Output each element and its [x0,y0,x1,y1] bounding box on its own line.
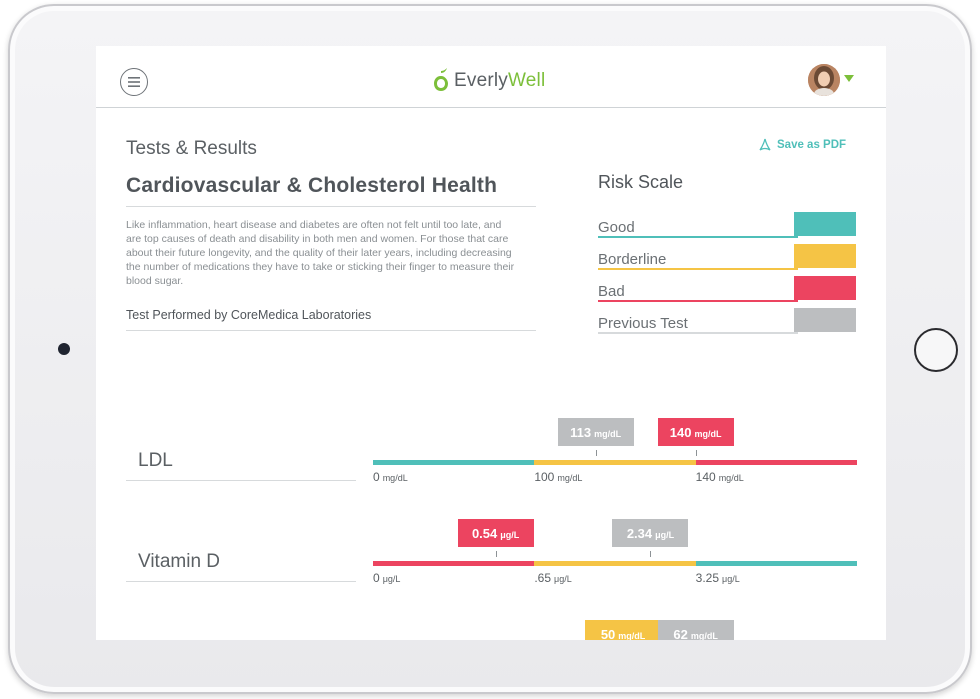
axis-label: .65 μg/L [534,571,571,585]
axis-label: 0 mg/dL [373,470,408,484]
axis-value: 3.25 [695,571,720,585]
result-unit: mg/dL [694,428,722,439]
risk-scale-label: Previous Test [598,315,688,332]
section-heading: Tests & Results [126,138,257,159]
user-avatar[interactable] [808,64,840,96]
result-unit: μg/L [655,529,675,540]
result-value-badge-previous[interactable]: 113 mg/dL [557,418,634,446]
result-value: 2.34 [626,525,653,541]
brand-logo[interactable]: EverlyWell [432,66,545,96]
axis-unit: mg/dL [382,473,408,483]
risk-scale-item-good: Good [598,212,856,238]
axis-value: 140 [695,470,716,484]
camera-lens [58,343,70,355]
result-value: 50 [600,626,616,641]
risk-scale-rule [598,236,798,238]
top-bar: EverlyWell [96,46,886,108]
pdf-icon [759,138,771,151]
brand-name-prefix: Everly [454,70,508,91]
result-value: 140 [669,424,692,440]
result-value: 62 [673,626,688,641]
axis-value: 0 [373,470,380,484]
risk-scale-label: Borderline [598,251,667,268]
result-value-badge-bad[interactable]: 0.54 μg/L [457,519,534,547]
risk-scale-item-borderline: Borderline [598,244,856,270]
menu-icon [128,77,140,87]
result-value-badge-previous[interactable]: 62 mg/dL [657,620,734,641]
axis-unit: mg/dL [557,473,583,483]
test-description: Like inflammation, heart disease and dia… [126,219,515,287]
result-value-badge-previous[interactable]: 2.34 μg/L [612,519,689,547]
risk-scale-swatch [794,308,856,332]
axis-value: 0 [373,571,380,585]
lab-attribution: Test Performed by CoreMedica Laboratorie… [126,308,536,331]
axis-unit: μg/L [382,574,401,584]
risk-scale-rule [598,300,798,302]
risk-scale-swatch [794,244,856,268]
risk-scale-item-previous: Previous Test [598,308,856,334]
range-segment-good [695,561,857,566]
result-tick [650,551,652,557]
result-unit: mg/dL [690,630,718,641]
axis-unit: mg/dL [718,473,744,483]
chevron-down-icon[interactable] [844,75,854,82]
risk-scale-swatch [794,276,856,300]
range-segment-borderline [534,561,696,566]
axis-label: 100 mg/dL [534,470,582,484]
risk-scale-label: Good [598,219,635,236]
range-segment-borderline [534,460,696,465]
brand-name: EverlyWell [454,70,545,92]
axis-value: .65 [534,571,552,585]
risk-scale-rule [598,268,798,270]
result-unit: mg/dL [594,428,622,439]
risk-scale-label: Bad [598,283,625,300]
axis-value: 100 [534,470,555,484]
range-segment-bad [695,460,857,465]
range-segment-bad [373,561,535,566]
axis-label: 3.25 μg/L [696,571,740,585]
result-value: 113 [570,424,592,440]
leaf-logo-icon [434,68,448,91]
result-unit: μg/L [500,529,520,540]
page-title: Cardiovascular & Cholesterol Health [126,174,536,207]
home-button[interactable] [914,328,958,372]
result-name: Vitamin D [126,551,356,582]
result-value-badge-bad[interactable]: 140 mg/dL [657,418,734,446]
risk-scale-rule [598,332,798,334]
risk-scale-title: Risk Scale [598,172,684,192]
axis-label: 140 mg/dL [696,470,744,484]
result-tick [595,450,597,456]
axis-unit: μg/L [554,574,572,584]
user-avatar-icon [808,64,840,96]
brand-name-suffix: Well [508,70,546,91]
result-tick [495,551,497,557]
result-value: 0.54 [471,525,498,541]
risk-scale-item-bad: Bad [598,276,856,302]
result-unit: mg/dL [618,630,646,641]
axis-unit: μg/L [722,574,740,584]
axis-label: 0 μg/L [373,571,400,585]
save-pdf-label: Save as PDF [777,139,847,151]
range-segment-good [373,460,535,465]
result-tick [695,450,697,456]
result-value-badge-borderline[interactable]: 50 mg/dL [585,620,662,641]
risk-scale-swatch [794,212,856,236]
menu-button[interactable] [120,68,148,96]
app-screen: EverlyWell Tests & Results Cardiovascula… [96,46,886,640]
save-pdf-button[interactable]: Save as PDF [758,138,846,152]
result-name: LDL [126,450,356,481]
